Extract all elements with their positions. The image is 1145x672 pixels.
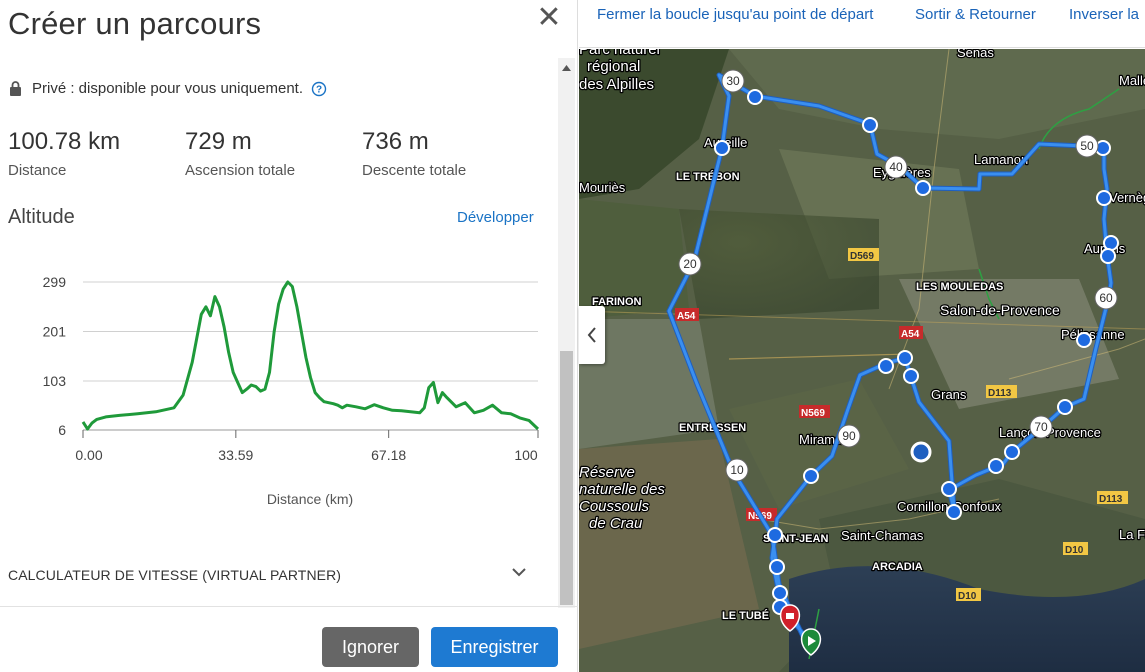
page-title: Créer un parcours [8, 6, 262, 41]
satellite-map[interactable]: Senas Parc naturel régional des Alpilles… [579, 49, 1145, 672]
km-marker: 70 [1034, 420, 1048, 434]
footer-divider [0, 606, 578, 607]
svg-text:Salon-de-Provence: Salon-de-Provence [940, 302, 1060, 318]
altitude-title: Altitude [8, 206, 75, 228]
svg-text:Pélissanne: Pélissanne [1061, 327, 1125, 342]
help-icon[interactable]: ? [311, 81, 327, 97]
svg-text:de Crau: de Crau [589, 515, 643, 532]
svg-text:LE TRÉBON: LE TRÉBON [676, 170, 740, 183]
svg-text:D10: D10 [1065, 545, 1084, 556]
x-tick-label: 0.00 [75, 447, 102, 463]
privacy-text: Privé : disponible pour vous uniquement. [32, 80, 303, 97]
svg-text:naturelle des: naturelle des [579, 481, 665, 498]
y-tick-label: 299 [43, 274, 67, 290]
route-panel: Créer un parcours ✕ Privé : disponible p… [0, 0, 578, 672]
stat-ascent: 729 m Ascension totale [185, 128, 295, 179]
svg-text:ARCADIA: ARCADIA [872, 561, 923, 573]
y-tick-label: 201 [43, 324, 67, 340]
km-marker: 10 [730, 463, 744, 477]
svg-text:Saint-Chamas: Saint-Chamas [841, 528, 924, 543]
svg-text:D113: D113 [988, 388, 1012, 399]
close-loop-link[interactable]: Fermer la boucle jusqu'au point de dépar… [597, 6, 873, 23]
map-toolbar: Fermer la boucle jusqu'au point de dépar… [579, 0, 1145, 48]
svg-text:La Fare: La Fare [1119, 527, 1145, 542]
km-marker: 30 [726, 74, 740, 88]
expand-link[interactable]: Développer [457, 209, 534, 226]
svg-text:D569: D569 [850, 251, 874, 262]
y-tick-label: 6 [58, 422, 66, 438]
x-axis-label: Distance (km) [267, 491, 353, 507]
svg-text:Mouriès: Mouriès [579, 180, 626, 195]
svg-text:Mallemort: Mallemort [1119, 73, 1145, 88]
svg-text:A54: A54 [677, 311, 696, 322]
svg-text:A54: A54 [901, 329, 920, 340]
km-marker: 90 [842, 429, 856, 443]
svg-text:Grans: Grans [931, 387, 967, 402]
close-icon[interactable]: ✕ [535, 3, 563, 33]
x-tick-label: 67.18 [371, 447, 406, 463]
km-marker: 40 [889, 160, 903, 174]
lock-icon [10, 81, 21, 96]
svg-text:Parc naturel: Parc naturel [579, 49, 660, 58]
speed-calculator-header[interactable]: CALCULATEUR DE VITESSE (VIRTUAL PARTNER) [8, 567, 341, 583]
km-marker: 50 [1080, 139, 1094, 153]
scroll-up-icon[interactable] [558, 62, 575, 74]
y-tick-label: 103 [43, 373, 67, 389]
svg-text:Senas: Senas [957, 49, 994, 60]
stat-descent: 736 m Descente totale [362, 128, 466, 179]
svg-text:LES MOULEDAS: LES MOULEDAS [916, 281, 1003, 293]
km-marker: 20 [683, 257, 697, 271]
svg-text:N569: N569 [801, 408, 825, 419]
svg-text:D10: D10 [958, 591, 977, 602]
stat-distance: 100.78 km Distance [8, 128, 120, 179]
ignore-button[interactable]: Ignorer [322, 627, 419, 667]
elevation-chart: 299 201 103 6 0.00 33.59 67.18 100 Distance (k… [43, 274, 540, 507]
save-button[interactable]: Enregistrer [431, 627, 558, 667]
svg-text:Vernègues: Vernègues [1109, 190, 1145, 205]
privacy-status: Privé : disponible pour vous uniquement.… [9, 80, 327, 97]
svg-text:D113: D113 [1099, 494, 1123, 505]
x-tick-label: 100 [514, 447, 538, 463]
chevron-down-icon[interactable] [510, 563, 528, 581]
out-and-back-link[interactable]: Sortir & Retourner [915, 6, 1036, 23]
elevation-line [81, 280, 540, 431]
distance-value: 100.78 km [8, 128, 121, 155]
ascent-label: Ascension totale [185, 162, 296, 179]
svg-text:?: ? [316, 84, 322, 95]
chevron-left-icon[interactable] [579, 306, 605, 364]
ascent-value: 729 m [185, 128, 252, 155]
descent-label: Descente totale [362, 162, 467, 179]
svg-text:Réserve: Réserve [579, 464, 635, 481]
svg-text:LE TUBÉ: LE TUBÉ [722, 609, 769, 622]
scrollbar[interactable] [558, 58, 575, 608]
svg-text:des Alpilles: des Alpilles [579, 76, 654, 93]
km-marker: 60 [1099, 291, 1113, 305]
scrollbar-thumb[interactable] [560, 351, 573, 605]
descent-value: 736 m [362, 128, 429, 155]
svg-text:Coussouls: Coussouls [579, 498, 650, 515]
svg-text:régional: régional [587, 58, 640, 75]
distance-label: Distance [8, 162, 67, 179]
x-tick-label: 33.59 [218, 447, 253, 463]
reverse-route-link[interactable]: Inverser la [1069, 6, 1139, 23]
